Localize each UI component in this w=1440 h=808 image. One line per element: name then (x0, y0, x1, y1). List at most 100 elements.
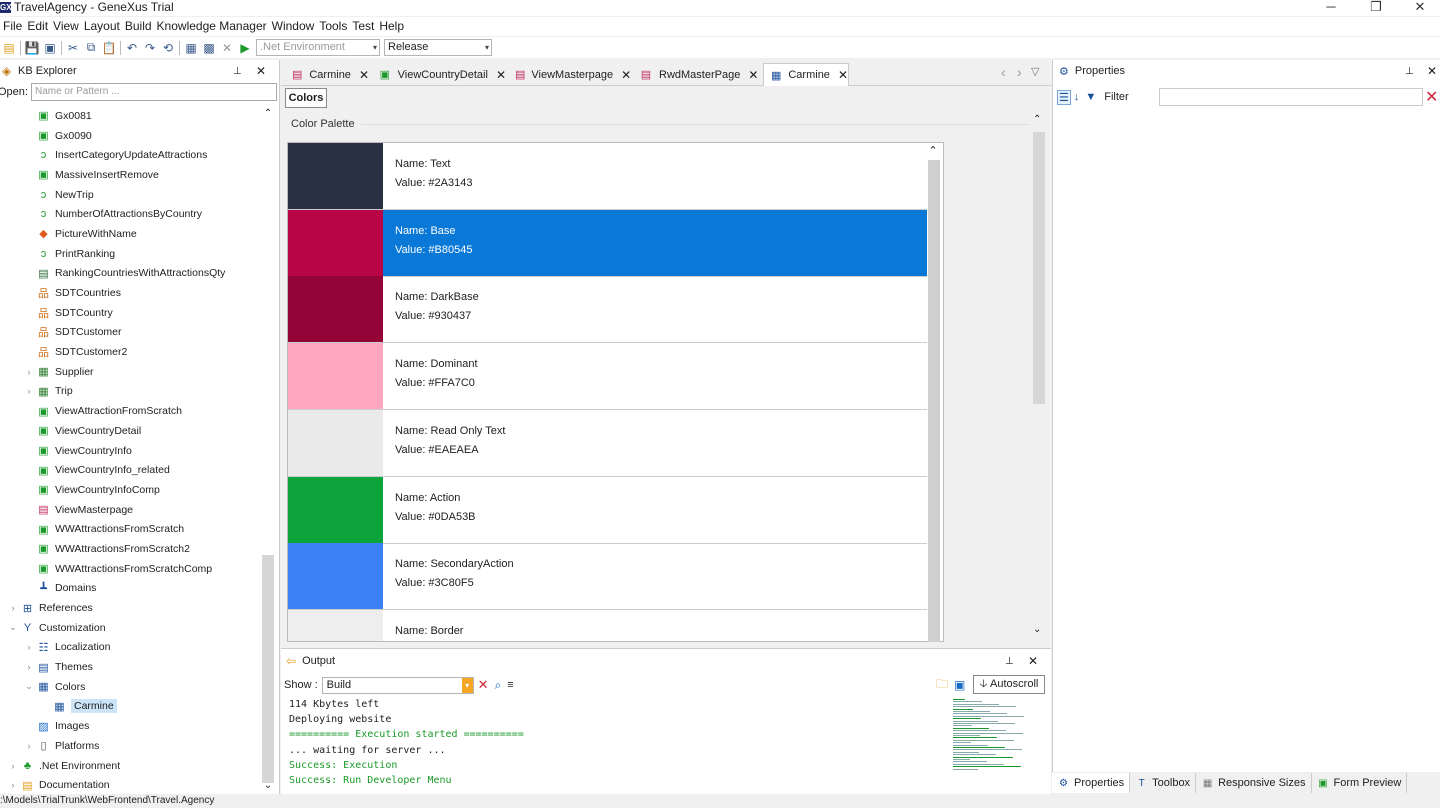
tab-document[interactable]: ▤ Carmine ✕ (285, 63, 369, 86)
tab-scroll-left-icon[interactable]: ‹ (1001, 64, 1006, 80)
tab-document[interactable]: ▤ RwdMasterPage ✕ (633, 63, 760, 86)
tree-item[interactable]: ▣ Gx0090 (0, 126, 262, 146)
palette-color-row[interactable]: Name: Read Only Text Value: #EAEAEA (288, 409, 927, 477)
categorized-icon[interactable]: ☰ (1057, 89, 1071, 105)
chevron-right-icon[interactable]: › (24, 386, 34, 396)
scroll-up-icon[interactable]: ⌃ (1033, 114, 1041, 125)
tree-item[interactable]: ▣ ViewAttractionFromScratch (0, 401, 262, 421)
cancel-build-icon[interactable]: ✕ (219, 40, 235, 56)
word-wrap-icon[interactable]: ≡ (507, 679, 513, 691)
color-swatch[interactable] (288, 276, 383, 343)
undo-icon[interactable]: ↶ (124, 40, 140, 56)
palette-color-row[interactable]: Name: Dominant Value: #FFA7C0 (288, 343, 927, 411)
minimize-button[interactable]: ─ (1316, 0, 1346, 16)
pin-icon[interactable]: ⊥ (233, 66, 242, 77)
tree-item[interactable]: ↄ NewTrip (0, 185, 262, 205)
cut-icon[interactable]: ✂ (65, 40, 81, 56)
menu-test[interactable]: Test (349, 17, 376, 36)
tree-item[interactable]: ▤ RankingCountriesWithAttractionsQty (0, 264, 262, 284)
tab-toolbox[interactable]: T Toolbox (1130, 773, 1197, 793)
palette-color-row[interactable]: Name: SecondaryAction Value: #3C80F5 (288, 543, 927, 611)
autoscroll-button[interactable]: 🡣 Autoscroll (973, 675, 1045, 694)
tree-item[interactable]: ◆ PictureWithName (0, 224, 262, 244)
tab-document[interactable]: ▣ ViewCountryDetail ✕ (372, 63, 506, 86)
tree-item[interactable]: ▤ ViewMasterpage (0, 500, 262, 520)
close-panel-icon[interactable]: ✕ (256, 64, 266, 78)
filter-input[interactable] (1159, 88, 1423, 106)
configuration-select[interactable]: Release ▾ (384, 39, 492, 56)
chevron-right-icon[interactable]: › (24, 642, 34, 652)
save-all-icon[interactable]: ▣ (42, 40, 58, 56)
restore-button[interactable]: ❐ (1361, 0, 1391, 16)
sort-alpha-icon[interactable]: ↓ (1074, 91, 1080, 103)
chevron-right-icon[interactable]: › (24, 662, 34, 672)
menu-tools[interactable]: Tools (316, 17, 349, 36)
chevron-right-icon[interactable]: › (8, 780, 18, 790)
tree-item[interactable]: › ▤ Documentation (0, 775, 262, 794)
menu-file[interactable]: File (0, 17, 24, 36)
chevron-down-icon[interactable]: ⌄ (24, 681, 34, 692)
tree-item[interactable]: ▦ Carmine (0, 697, 262, 717)
clear-filter-icon[interactable]: ✕ (1425, 87, 1438, 107)
tree-item[interactable]: › ♣ .Net Environment (0, 756, 262, 776)
color-swatch[interactable] (288, 476, 383, 543)
color-swatch[interactable] (288, 143, 383, 209)
color-swatch[interactable] (288, 209, 383, 276)
menu-view[interactable]: View (50, 17, 81, 36)
build-icon[interactable]: ▦ (183, 40, 199, 56)
tree-item[interactable]: ↄ NumberOfAttractionsByCountry (0, 204, 262, 224)
editor-scroll-thumb[interactable] (1033, 132, 1045, 404)
search-icon[interactable]: ⌕ (495, 678, 502, 693)
copy-icon[interactable]: ⧉ (83, 40, 99, 56)
menu-help[interactable]: Help (376, 17, 406, 36)
tree-item[interactable]: ▣ Gx0081 (0, 106, 262, 126)
tree-item[interactable]: › ▦ Supplier (0, 362, 262, 382)
tree-item[interactable]: ↄ InsertCategoryUpdateAttractions (0, 145, 262, 165)
save-output-icon[interactable]: ▣ (954, 678, 965, 692)
save-icon[interactable]: 💾 (24, 40, 40, 56)
tab-document[interactable]: ▤ ViewMasterpage ✕ (509, 63, 631, 86)
tab-scroll-right-icon[interactable]: › (1017, 64, 1022, 80)
tab-form-preview[interactable]: ▣ Form Preview (1312, 773, 1408, 793)
menu-knowledge-manager[interactable]: Knowledge Manager (154, 17, 269, 36)
new-object-icon[interactable]: ▤ (1, 40, 17, 56)
close-tab-icon[interactable]: ✕ (748, 68, 758, 82)
palette-color-row[interactable]: Name: Text Value: #2A3143 (288, 143, 927, 210)
close-window-button[interactable]: ✕ (1405, 0, 1435, 16)
color-swatch[interactable] (288, 609, 383, 641)
chevron-right-icon[interactable]: › (24, 741, 34, 751)
chevron-right-icon[interactable]: › (8, 761, 18, 771)
color-swatch[interactable] (288, 543, 383, 610)
close-tab-icon[interactable]: ✕ (359, 68, 369, 82)
tree-item[interactable]: ⌄ Y Customization (0, 618, 262, 638)
scroll-up-icon[interactable]: ⌃ (926, 144, 940, 160)
tree-item[interactable]: 品 SDTCountry (0, 303, 262, 323)
output-minimap[interactable] (951, 697, 1037, 791)
run-icon[interactable]: ▶ (237, 40, 253, 56)
chevron-down-icon[interactable]: ⌄ (8, 622, 18, 633)
tab-responsive-sizes[interactable]: ▦ Responsive Sizes (1196, 773, 1312, 793)
palette-scroll-thumb[interactable] (928, 160, 940, 642)
open-folder-icon[interactable]: 🗀 (936, 675, 948, 696)
tree-item[interactable]: ▣ WWAttractionsFromScratchComp (0, 559, 262, 579)
tree-item[interactable]: ▣ ViewCountryInfo_related (0, 460, 262, 480)
tree-item[interactable]: › ▯ Platforms (0, 736, 262, 756)
chevron-right-icon[interactable]: › (8, 603, 18, 613)
pin-icon[interactable]: ⊥ (1405, 66, 1414, 77)
tree-item[interactable]: › ▦ Trip (0, 382, 262, 402)
tree-item[interactable]: ▣ WWAttractionsFromScratch2 (0, 539, 262, 559)
menu-layout[interactable]: Layout (81, 17, 122, 36)
pin-icon[interactable]: ⊥ (1005, 656, 1014, 667)
rebuild-icon[interactable]: ▩ (201, 40, 217, 56)
tree-item[interactable]: ⌄ ▦ Colors (0, 677, 262, 697)
tab-properties[interactable]: ⚙ Properties (1052, 773, 1131, 793)
tree-item[interactable]: › ▤ Themes (0, 657, 262, 677)
menu-window[interactable]: Window (269, 17, 317, 36)
colors-button[interactable]: Colors (285, 88, 327, 108)
environment-select[interactable]: .Net Environment ▾ (256, 39, 380, 56)
close-panel-icon[interactable]: ✕ (1028, 654, 1038, 668)
palette-color-row[interactable]: Name: Base Value: #B80545 (288, 209, 927, 277)
tab-document[interactable]: ▦ Carmine ✕ (763, 63, 849, 86)
tree-item[interactable]: 品 SDTCountries (0, 283, 262, 303)
tree-item[interactable]: ▣ ViewCountryInfoComp (0, 480, 262, 500)
